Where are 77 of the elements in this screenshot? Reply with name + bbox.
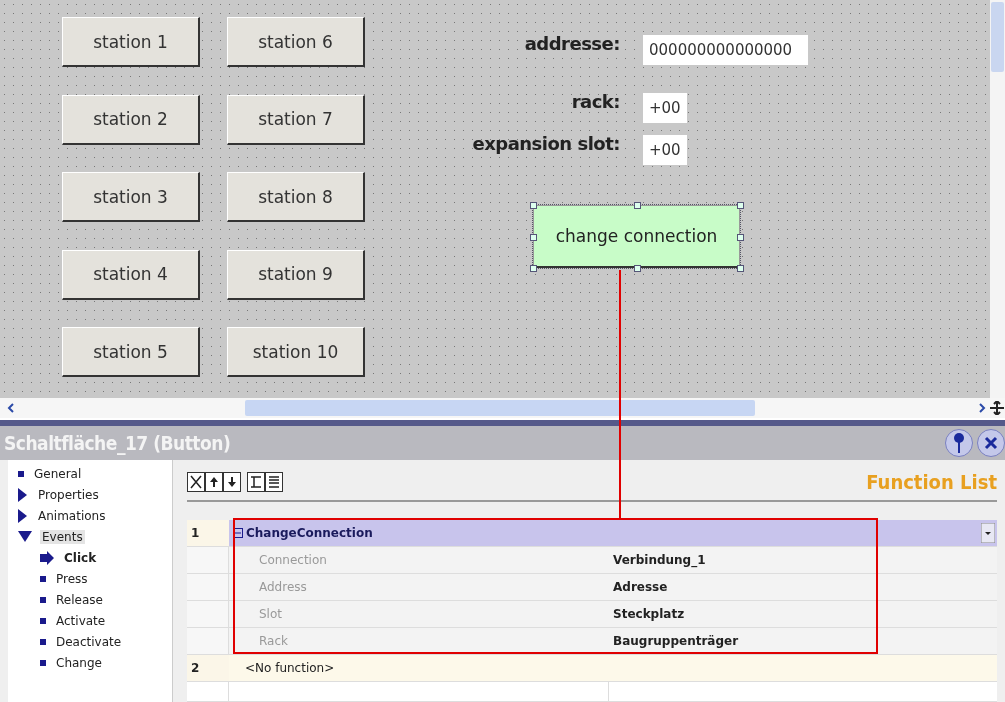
triangle-right-icon[interactable]	[18, 487, 28, 502]
bullet-icon	[40, 617, 46, 624]
function-list-title: Function List	[866, 470, 997, 494]
bullet-icon	[18, 470, 24, 477]
row-number: 2	[187, 655, 229, 681]
delete-icon[interactable]	[187, 472, 205, 492]
nav-item[interactable]: Properties	[36, 487, 101, 502]
parameter-value[interactable]: Adresse	[609, 574, 997, 600]
selected-arrow-icon	[40, 550, 54, 565]
bullet-icon	[40, 596, 46, 603]
bullet-icon	[40, 575, 46, 582]
dropdown-icon[interactable]	[981, 523, 995, 543]
event-item[interactable]: Deactivate	[54, 634, 124, 649]
parameter-value[interactable]: Steckplatz	[609, 601, 997, 627]
row-number: 1	[187, 520, 229, 546]
station-button[interactable]: station 6	[227, 17, 365, 67]
event-item[interactable]: Change	[54, 655, 104, 670]
resize-handle[interactable]	[530, 233, 537, 241]
field-label: rack:	[571, 91, 620, 112]
function-name[interactable]: <No function>	[229, 655, 609, 681]
nav-item[interactable]: Events	[40, 529, 85, 544]
resize-handle[interactable]	[737, 265, 744, 272]
station-button[interactable]: station 8	[227, 172, 365, 222]
parameter-name: Address	[229, 574, 609, 600]
value-field[interactable]: 000000000000000	[643, 35, 808, 65]
triangle-down-icon[interactable]	[18, 530, 32, 543]
station-button[interactable]: station 10	[227, 327, 365, 377]
station-button[interactable]: station 9	[227, 249, 365, 300]
resize-handle[interactable]	[737, 233, 744, 241]
station-button[interactable]: station 4	[62, 249, 200, 300]
station-button[interactable]: station 1	[62, 17, 200, 67]
nav-item[interactable]: General	[32, 466, 84, 481]
event-item[interactable]: Release	[54, 592, 105, 607]
expand-all-icon[interactable]	[265, 472, 283, 492]
bullet-icon	[40, 638, 46, 645]
station-button[interactable]: station 7	[227, 94, 365, 145]
nav-row[interactable]: Animations	[18, 505, 172, 526]
resize-handle[interactable]	[530, 265, 537, 272]
resize-handle[interactable]	[633, 202, 641, 209]
station-button[interactable]: station 2	[62, 94, 200, 145]
station-button[interactable]: station 3	[62, 172, 200, 222]
field-label: addresse:	[524, 33, 620, 54]
value-field[interactable]: +00	[643, 135, 687, 165]
collapse-all-icon[interactable]	[247, 472, 265, 492]
parameter-name: Connection	[229, 547, 609, 573]
vertical-scrollbar[interactable]	[990, 0, 1005, 398]
resize-handle[interactable]	[530, 202, 537, 209]
field-label: expansion slot:	[472, 133, 620, 154]
resize-handle[interactable]	[737, 202, 744, 209]
close-button[interactable]	[977, 429, 1005, 457]
function-name[interactable]: ChangeConnection	[229, 520, 609, 546]
resize-handle[interactable]	[633, 265, 641, 272]
close-icon[interactable]	[984, 436, 998, 450]
nav-row[interactable]: Events	[18, 526, 172, 547]
pin-icon[interactable]	[953, 433, 965, 453]
scrollbar-thumb[interactable]	[991, 2, 1004, 72]
triangle-right-icon[interactable]	[18, 508, 28, 523]
nav-row[interactable]: Properties	[18, 484, 172, 505]
event-item[interactable]: Press	[54, 571, 90, 586]
change-connection-button[interactable]: change connection	[533, 205, 740, 268]
move-up-icon[interactable]	[205, 472, 223, 492]
nav-item[interactable]: Animations	[36, 508, 108, 523]
bullet-icon	[40, 659, 46, 666]
panel-title: Schaltfläche_17 (Button)	[4, 432, 231, 454]
parameter-name: Slot	[229, 601, 609, 627]
scrollbar-thumb[interactable]	[245, 400, 755, 416]
event-item[interactable]: Activate	[54, 613, 108, 628]
move-icon[interactable]	[990, 401, 1004, 415]
parameter-name: Rack	[229, 628, 609, 654]
pin-button[interactable]	[945, 429, 973, 457]
value-field[interactable]: +00	[643, 93, 687, 123]
parameter-value[interactable]: Baugruppenträger	[609, 628, 997, 654]
move-down-icon[interactable]	[223, 472, 241, 492]
event-item[interactable]: Click	[62, 550, 99, 565]
parameter-value[interactable]: Verbindung_1	[609, 547, 997, 573]
collapse-icon[interactable]	[233, 528, 243, 538]
station-button[interactable]: station 5	[62, 327, 200, 377]
